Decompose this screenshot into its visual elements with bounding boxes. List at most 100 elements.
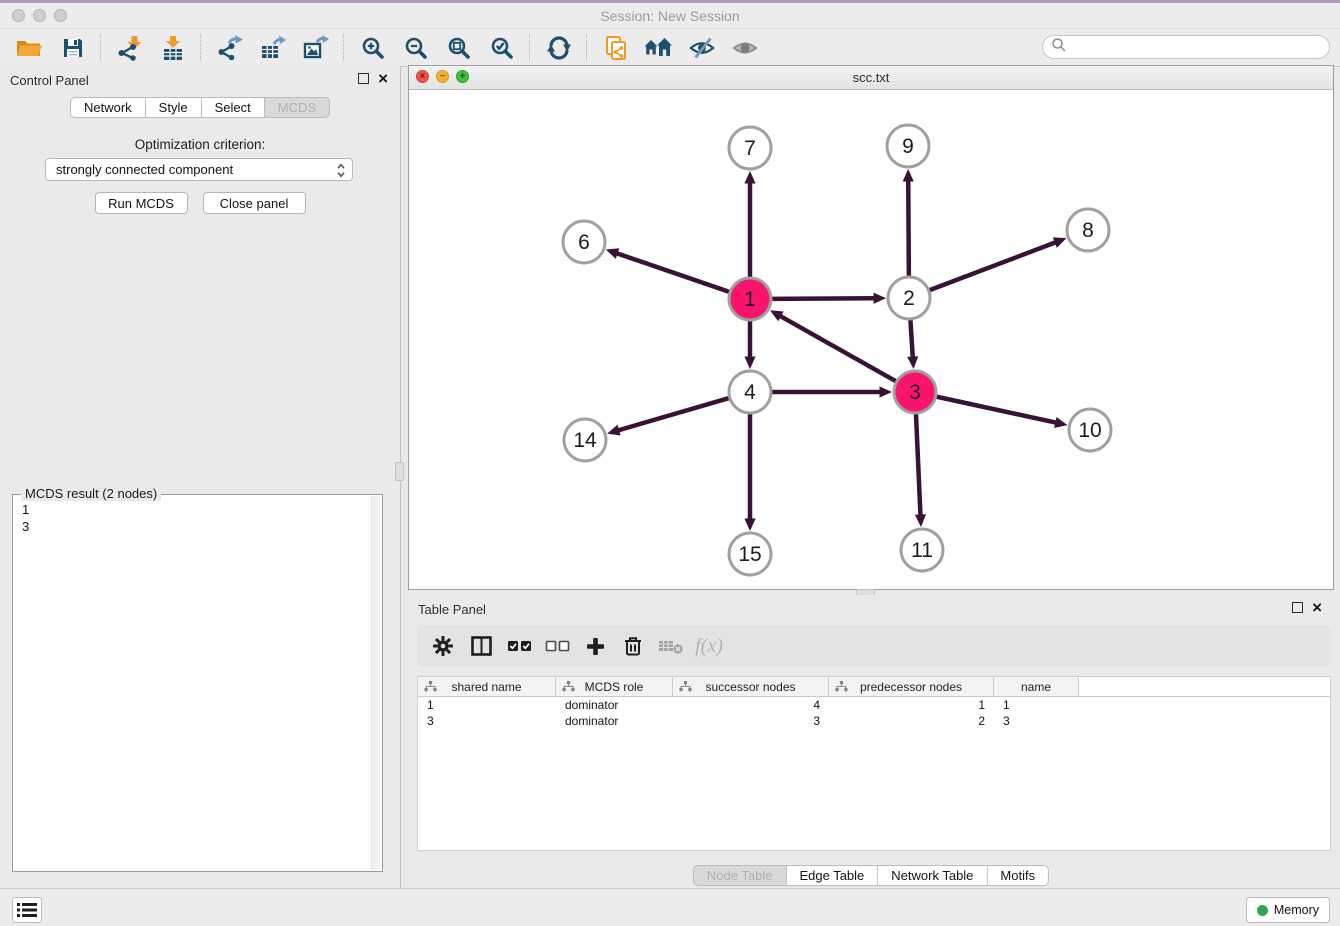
save-session-icon[interactable] xyxy=(51,32,94,63)
network-close-icon[interactable]: × xyxy=(416,70,429,83)
window-close-icon[interactable] xyxy=(12,9,25,22)
tab-network[interactable]: Network xyxy=(70,97,146,118)
float-table-panel-icon[interactable] xyxy=(1292,602,1303,613)
refresh-layout-icon[interactable] xyxy=(537,32,580,63)
table-header-row: shared nameMCDS role successor nodes prede… xyxy=(418,677,1330,697)
tab-network-table[interactable]: Network Table xyxy=(878,865,987,886)
open-session-icon[interactable] xyxy=(8,32,51,63)
graph-edge-3-11[interactable] xyxy=(916,412,921,516)
table-cell: 3 xyxy=(418,714,556,728)
show-hidden-icon[interactable] xyxy=(723,32,766,63)
home-view-icon[interactable] xyxy=(637,32,680,63)
network-minimize-icon[interactable]: − xyxy=(436,70,449,83)
node-table: shared nameMCDS role successor nodes prede… xyxy=(417,676,1331,851)
graph-edge-arrowhead xyxy=(903,169,914,182)
network-window-controls[interactable]: × − + xyxy=(416,70,469,83)
graph-node-label: 14 xyxy=(573,429,597,452)
graph-node-label: 11 xyxy=(911,539,933,562)
column-header[interactable]: successor nodes xyxy=(673,677,829,696)
window-zoom-icon[interactable] xyxy=(54,9,67,22)
window-controls[interactable] xyxy=(12,9,67,22)
tab-style[interactable]: Style xyxy=(146,97,202,118)
toolbar-buttons xyxy=(0,32,766,63)
graph-edge-3-10[interactable] xyxy=(935,396,1057,422)
tab-edge-table[interactable]: Edge Table xyxy=(786,865,878,886)
menu-list-button[interactable] xyxy=(12,897,42,923)
export-image-icon[interactable] xyxy=(294,32,337,63)
graph-edge-1-2[interactable] xyxy=(770,298,875,299)
result-scrollbar[interactable] xyxy=(371,496,381,870)
criterion-select[interactable]: strongly connected component xyxy=(45,158,353,181)
close-panel-button[interactable]: Close panel xyxy=(203,192,306,214)
export-network-icon[interactable] xyxy=(208,32,251,63)
column-view-icon[interactable] xyxy=(462,629,500,663)
graph-node-label: 1 xyxy=(744,288,756,311)
table-body: 1dominator4113dominator323 xyxy=(418,697,1330,729)
mcds-result-box: MCDS result (2 nodes) 13 xyxy=(12,494,383,872)
import-network-icon[interactable] xyxy=(108,32,151,63)
close-table-panel-icon[interactable]: × xyxy=(1312,601,1322,614)
table-row[interactable]: 3dominator323 xyxy=(418,713,1330,729)
search-box[interactable] xyxy=(1042,35,1330,59)
table-row[interactable]: 1dominator411 xyxy=(418,697,1330,713)
network-window-titlebar[interactable]: × − + scc.txt xyxy=(409,66,1333,90)
toolbar-divider xyxy=(586,34,588,61)
tab-motifs[interactable]: Motifs xyxy=(987,865,1049,886)
zoom-selected-icon[interactable] xyxy=(480,32,523,63)
graph-node-label: 7 xyxy=(744,137,756,160)
tab-node-table[interactable]: Node Table xyxy=(693,865,787,886)
tab-mcds[interactable]: MCDS xyxy=(265,97,330,118)
control-panel-tabs: NetworkStyleSelectMCDS xyxy=(70,97,330,118)
delete-icon[interactable] xyxy=(614,629,652,663)
select-all-icon[interactable] xyxy=(500,629,538,663)
column-label: successor nodes xyxy=(705,680,795,694)
add-icon[interactable] xyxy=(576,629,614,663)
column-label: name xyxy=(1021,680,1051,694)
application-window: Session: New Session Control Panel × Net… xyxy=(0,0,1340,926)
search-input[interactable] xyxy=(1067,37,1329,57)
zoom-in-icon[interactable] xyxy=(351,32,394,63)
column-header[interactable]: MCDS role xyxy=(556,677,673,696)
network-window-title: scc.txt xyxy=(853,70,890,85)
graph-edge-2-8[interactable] xyxy=(928,242,1056,291)
vertical-splitter-grip[interactable] xyxy=(395,462,404,481)
graph-edge-4-14[interactable] xyxy=(618,398,731,431)
table-cell: dominator xyxy=(556,698,673,712)
deselect-all-icon[interactable] xyxy=(538,629,576,663)
close-panel-icon[interactable]: × xyxy=(378,72,388,85)
hide-unselected-icon[interactable] xyxy=(680,32,723,63)
tab-select[interactable]: Select xyxy=(202,97,265,118)
memory-button[interactable]: Memory xyxy=(1246,897,1330,923)
zoom-out-icon[interactable] xyxy=(394,32,437,63)
graph-node-label: 2 xyxy=(903,287,915,310)
network-zoom-icon[interactable]: + xyxy=(456,70,469,83)
run-mcds-button[interactable]: Run MCDS xyxy=(95,192,188,214)
titlebar: Session: New Session xyxy=(0,3,1340,29)
import-table-icon[interactable] xyxy=(151,32,194,63)
graph-edge-arrowhead xyxy=(907,356,918,369)
column-header[interactable]: shared name xyxy=(418,677,556,696)
zoom-fit-icon[interactable] xyxy=(437,32,480,63)
graph-edge-3-1[interactable] xyxy=(780,316,898,382)
graph-edge-arrowhead xyxy=(744,357,755,370)
clone-network-icon[interactable] xyxy=(594,32,637,63)
graph-edge-arrowhead xyxy=(880,386,893,397)
export-table-icon[interactable] xyxy=(251,32,294,63)
delete-table-icon xyxy=(652,629,690,663)
graph-edge-2-9[interactable] xyxy=(908,180,909,278)
toolbar-divider xyxy=(343,34,345,61)
graph-edge-arrowhead xyxy=(744,171,755,184)
toolbar-divider xyxy=(529,34,531,61)
app-title: Session: New Session xyxy=(600,8,739,24)
table-cell: 1 xyxy=(829,698,994,712)
criterion-value: strongly connected component xyxy=(56,162,233,177)
settings-gear-icon[interactable] xyxy=(424,629,462,663)
float-panel-icon[interactable] xyxy=(358,73,369,84)
table-cell: dominator xyxy=(556,714,673,728)
column-header[interactable]: name xyxy=(994,677,1079,696)
window-minimize-icon[interactable] xyxy=(33,9,46,22)
graph-edge-2-3[interactable] xyxy=(910,318,913,358)
graph-edge-1-6[interactable] xyxy=(617,253,731,292)
network-canvas-svg[interactable]: 7968124314101511 xyxy=(409,90,1333,590)
column-header[interactable]: predecessor nodes xyxy=(829,677,994,696)
